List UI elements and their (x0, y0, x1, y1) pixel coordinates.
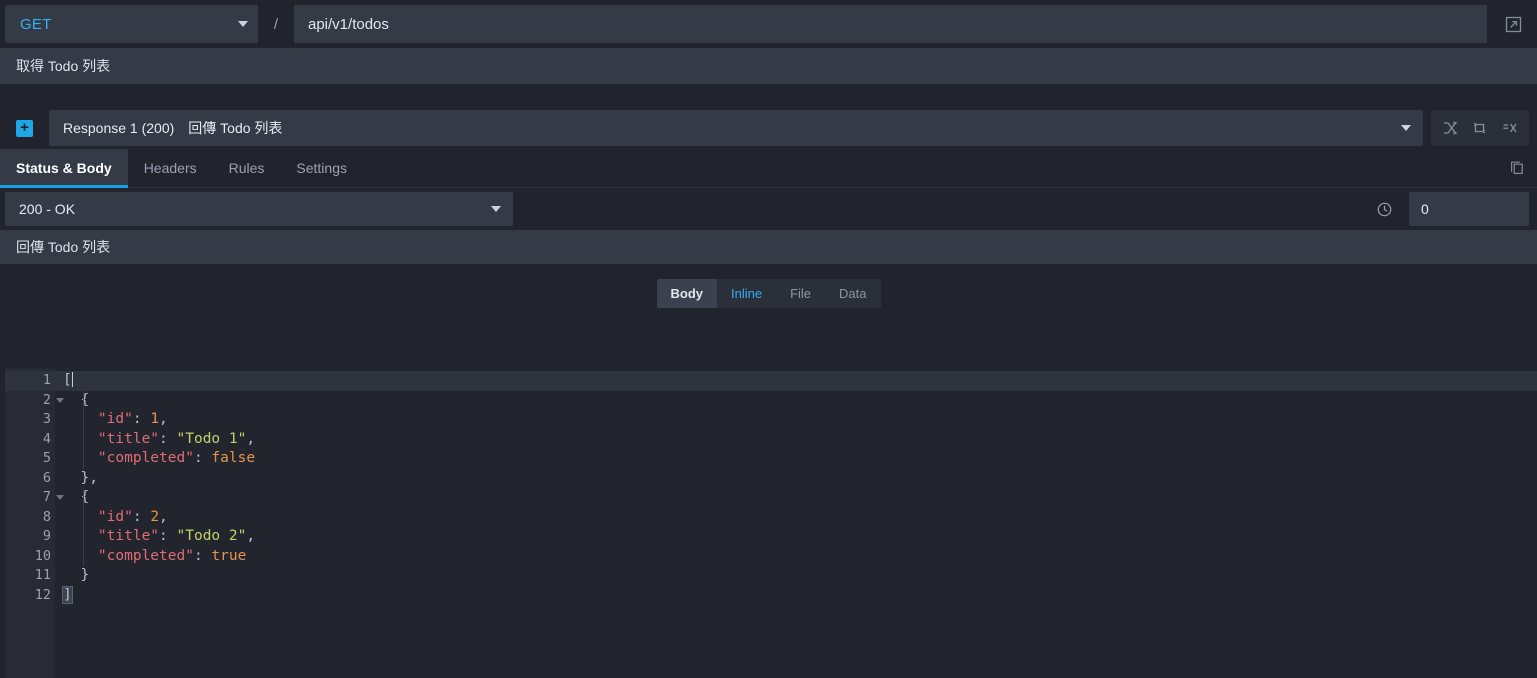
code-line[interactable]: "id": 2, (55, 508, 1537, 528)
code-line[interactable]: }, (55, 469, 1537, 489)
request-description[interactable]: 取得 Todo 列表 (0, 48, 1537, 84)
weighted-icon[interactable] (1495, 113, 1525, 143)
external-link-icon[interactable] (1495, 5, 1531, 43)
tab-label: Rules (229, 160, 265, 176)
body-type-segmented-control: Body Inline File Data (657, 279, 881, 308)
line-number[interactable]: 12 (5, 586, 55, 606)
line-number[interactable]: 9 (5, 527, 55, 547)
status-code-value: 200 - OK (19, 201, 491, 217)
copy-icon[interactable] (1497, 149, 1537, 187)
tab-label: Settings (296, 160, 347, 176)
code-line[interactable]: "completed": false (55, 449, 1537, 469)
code-line[interactable]: "title": "Todo 2", (55, 527, 1537, 547)
response-select-value: Response 1 (200) 回傳 Todo 列表 (63, 118, 1401, 138)
spacer (0, 84, 1537, 108)
response-select[interactable]: Response 1 (200) 回傳 Todo 列表 (49, 110, 1423, 146)
code-line[interactable]: "title": "Todo 1", (55, 430, 1537, 450)
tab-headers[interactable]: Headers (128, 149, 213, 187)
response-description-field[interactable]: 回傳 Todo 列表 (0, 230, 1537, 264)
http-method-select[interactable]: GET (5, 5, 258, 43)
body-type-file[interactable]: File (776, 279, 825, 308)
tab-label: Headers (144, 160, 197, 176)
line-number[interactable]: 6 (5, 469, 55, 489)
line-number[interactable]: 11 (5, 566, 55, 586)
code-line[interactable]: } (55, 566, 1537, 586)
chevron-down-icon (1401, 125, 1411, 131)
request-path-input[interactable]: api/v1/todos (294, 5, 1487, 43)
http-method-value: GET (20, 16, 238, 33)
code-line[interactable]: ] (55, 586, 1537, 606)
tab-status-body[interactable]: Status & Body (0, 149, 128, 187)
sequence-icon[interactable] (1465, 113, 1495, 143)
tab-label: Status & Body (16, 160, 112, 176)
response-description-inline: 回傳 Todo 列表 (188, 120, 282, 136)
tab-rules[interactable]: Rules (213, 149, 281, 187)
chevron-down-icon (491, 206, 501, 212)
add-response-button[interactable]: + (16, 120, 33, 137)
code-line[interactable]: [ (55, 371, 1537, 391)
indent-guide (83, 488, 84, 566)
line-number[interactable]: 7 (5, 488, 55, 508)
indent-guide (83, 391, 84, 469)
tab-settings[interactable]: Settings (280, 149, 363, 187)
plus-icon: + (20, 122, 29, 134)
code-line[interactable]: { (55, 391, 1537, 411)
body-type-body[interactable]: Body (657, 279, 718, 308)
body-type-data[interactable]: Data (825, 279, 880, 308)
delay-input[interactable]: 0 (1409, 192, 1529, 226)
response-tabs: Status & Body Headers Rules Settings (0, 148, 1537, 188)
clock-icon[interactable] (1367, 192, 1401, 226)
line-number[interactable]: 3 (5, 410, 55, 430)
editor-code-area[interactable]: [ { "id": 1, "title": "Todo 1", "complet… (55, 368, 1537, 678)
editor-gutter: 1 2 3 4 5 6 7 8 9 10 11 12 (5, 368, 55, 678)
request-bar: GET / api/v1/todos (0, 0, 1537, 48)
status-bar: 200 - OK 0 (0, 188, 1537, 230)
line-number[interactable]: 2 (5, 391, 55, 411)
line-number[interactable]: 8 (5, 508, 55, 528)
segment-label: Inline (731, 286, 762, 301)
response-mode-buttons (1431, 110, 1529, 146)
response-body-editor[interactable]: 1 2 3 4 5 6 7 8 9 10 11 12 [ { "id": 1, … (5, 368, 1537, 678)
shuffle-icon[interactable] (1435, 113, 1465, 143)
body-type-inline[interactable]: Inline (717, 279, 776, 308)
response-name: Response 1 (200) (63, 120, 174, 136)
text-cursor (72, 372, 73, 387)
body-type-toolbar: Body Inline File Data (0, 264, 1537, 322)
chevron-down-icon (238, 21, 248, 27)
code-line[interactable]: "id": 1, (55, 410, 1537, 430)
line-number[interactable]: 10 (5, 547, 55, 567)
line-number[interactable]: 4 (5, 430, 55, 450)
path-separator: / (258, 16, 294, 33)
code-line[interactable]: { (55, 488, 1537, 508)
response-selector-bar: + Response 1 (200) 回傳 Todo 列表 (0, 108, 1537, 148)
status-code-select[interactable]: 200 - OK (5, 192, 513, 226)
line-number[interactable]: 5 (5, 449, 55, 469)
line-number[interactable]: 1 (5, 371, 55, 391)
segment-label: Data (839, 286, 866, 301)
code-line[interactable]: "completed": true (55, 547, 1537, 567)
segment-label: File (790, 286, 811, 301)
segment-label: Body (671, 286, 704, 301)
